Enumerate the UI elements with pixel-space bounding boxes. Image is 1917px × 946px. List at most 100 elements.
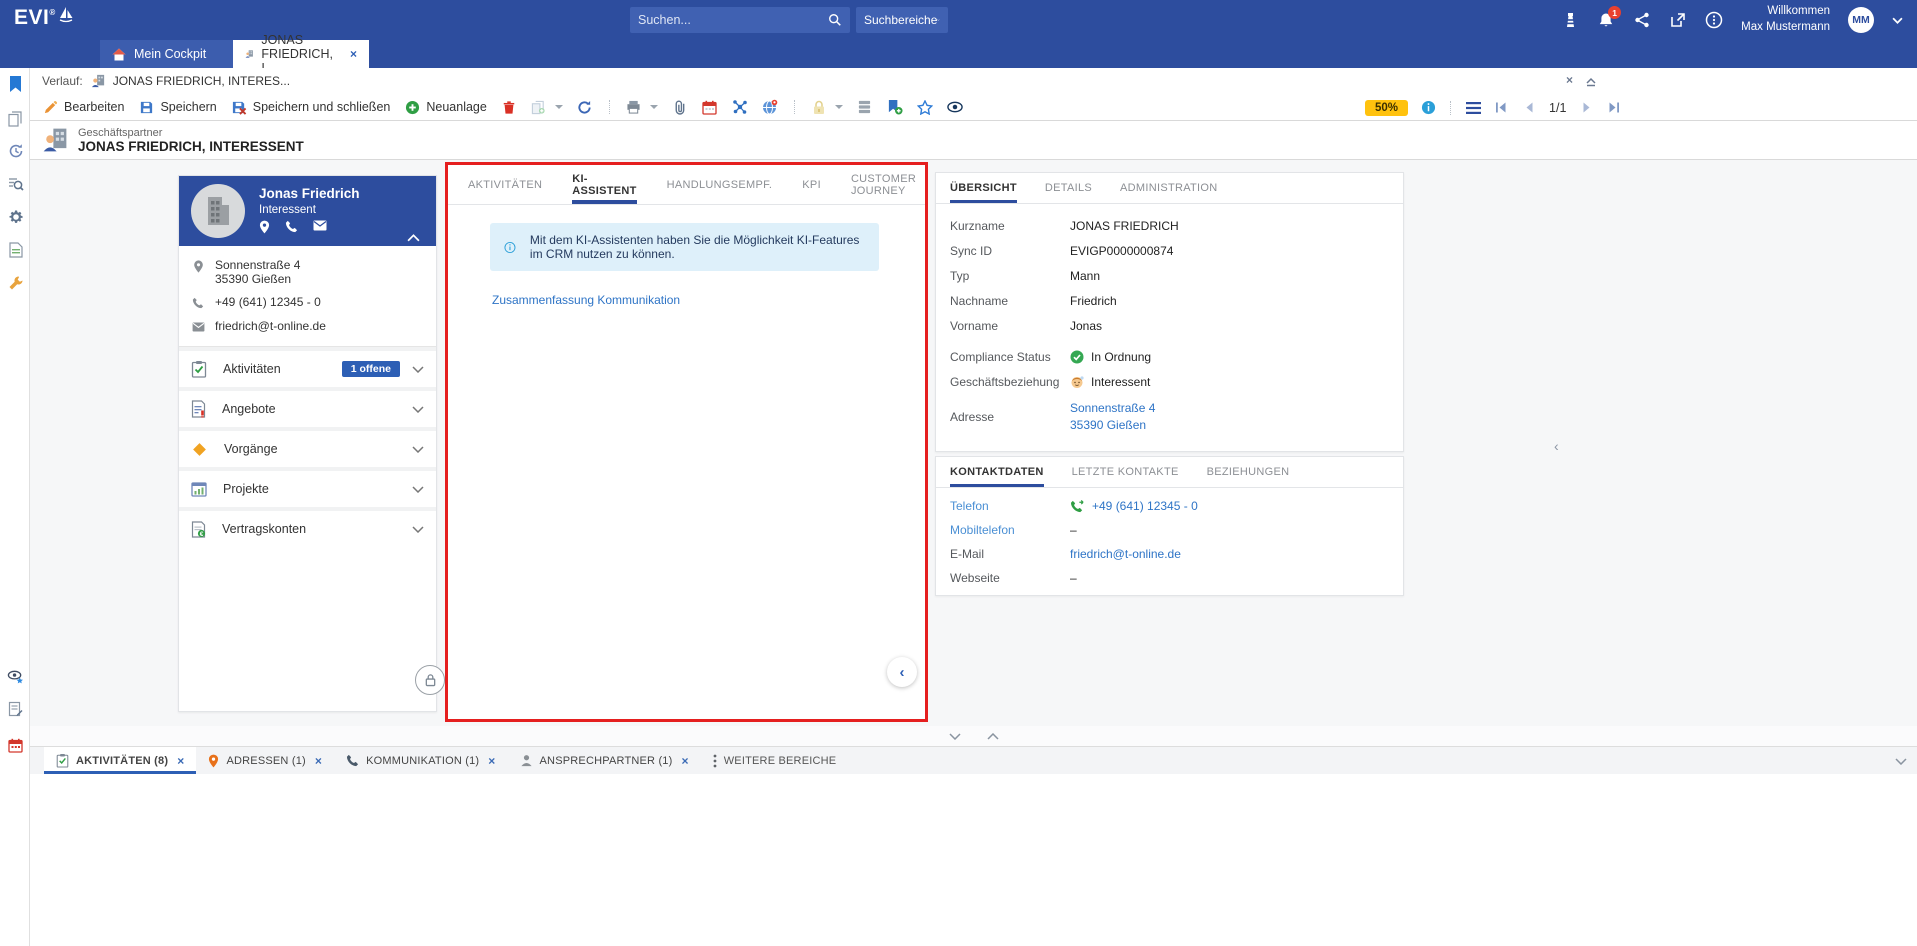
copy-caret-icon[interactable] (554, 105, 563, 109)
close-tab-icon[interactable]: × (350, 47, 357, 61)
bottom-tab-adressen[interactable]: ADRESSEN (1) × (196, 747, 334, 774)
open-in-new-icon[interactable] (1669, 11, 1687, 29)
verlauf-entry[interactable]: JONAS FRIEDRICH, INTERES... (113, 74, 290, 88)
contact-email-row[interactable]: friedrich@t-online.de (191, 319, 426, 334)
call-forward-icon[interactable] (1070, 499, 1085, 513)
section-projekte[interactable]: Projekte (179, 467, 436, 507)
close-history-icon[interactable]: × (1566, 73, 1573, 87)
panel-collapse-button[interactable]: ‹ (887, 657, 917, 687)
user-avatar[interactable]: MM (1848, 7, 1874, 33)
bottom-tab-weitere-bereiche[interactable]: WEITERE BEREICHE (701, 747, 849, 774)
save-and-close-button[interactable]: Speichern und schließen (231, 99, 390, 115)
bottom-tab-ansprechpartner[interactable]: ANSPRECHPARTNER (1) × (508, 747, 701, 774)
tab-kontaktdaten[interactable]: KONTAKTDATEN (950, 457, 1044, 487)
mail-icon[interactable] (313, 220, 327, 231)
chevron-down-icon[interactable] (1895, 757, 1907, 765)
expand-down-chevron-icon[interactable] (948, 732, 961, 740)
search-scope-dropdown[interactable]: Suchbereiche (856, 7, 948, 33)
collapse-up-chevron-icon[interactable] (986, 732, 999, 740)
right-panel-collapse-handle[interactable]: ‹ (1554, 438, 1559, 454)
phone-icon[interactable] (285, 220, 298, 233)
tab-beziehungen[interactable]: BEZIEHUNGEN (1207, 457, 1290, 487)
lock-caret-icon[interactable] (834, 105, 843, 109)
watch-favorite-icon[interactable] (7, 668, 24, 685)
map-pin-icon[interactable] (259, 220, 270, 234)
edit-button[interactable]: Bearbeiten (42, 99, 124, 115)
tab-handlungsempf[interactable]: HANDLUNGSEMPF. (667, 165, 773, 204)
dataset-stack-icon[interactable] (857, 99, 873, 115)
new-record-button[interactable]: Neuanlage (404, 99, 487, 115)
search-input[interactable] (638, 13, 828, 27)
search-list-icon[interactable] (7, 175, 24, 192)
info-icon[interactable] (1420, 100, 1436, 116)
history-icon[interactable] (7, 142, 24, 159)
collapse-card-chevron-icon[interactable] (407, 234, 420, 242)
watch-eye-icon[interactable] (947, 99, 963, 115)
section-vertragskonten[interactable]: € Vertragskonten (179, 507, 436, 547)
tab-customer-journey[interactable]: CUSTOMER JOURNEY (851, 165, 925, 204)
tab-uebersicht[interactable]: ÜBERSICHT (950, 173, 1017, 203)
menu-hamburger-icon[interactable] (1465, 100, 1481, 116)
tab-details[interactable]: DETAILS (1045, 173, 1092, 203)
pin-panel-icon[interactable] (1585, 75, 1597, 87)
print-caret-icon[interactable] (649, 105, 658, 109)
tab-aktivitaeten[interactable]: AKTIVITÄTEN (468, 165, 542, 204)
global-search[interactable] (630, 7, 850, 33)
close-tab-icon[interactable]: × (315, 754, 322, 768)
notifications-bell-icon[interactable]: 1 (1597, 6, 1622, 29)
calendar-red-icon[interactable] (702, 99, 718, 115)
privacy-lock-button[interactable] (415, 665, 445, 695)
search-icon[interactable] (828, 13, 842, 27)
close-tab-icon[interactable]: × (177, 754, 184, 768)
notification-badge: 1 (1608, 6, 1622, 19)
tab-administration[interactable]: ADMINISTRATION (1120, 173, 1218, 203)
section-angebote[interactable]: Angebote (179, 387, 436, 427)
email-link[interactable]: friedrich@t-online.de (1070, 547, 1181, 561)
last-page-icon[interactable] (1606, 100, 1622, 116)
tab-letzte-kontakte[interactable]: LETZTE KONTAKTE (1072, 457, 1179, 487)
first-page-icon[interactable] (1493, 100, 1509, 116)
share-icon[interactable] (1633, 11, 1651, 29)
save-icon (138, 99, 154, 115)
tab-kpi[interactable]: KPI (802, 165, 821, 204)
telefon-link[interactable]: +49 (641) 12345 - 0 (1092, 499, 1198, 513)
document-export-icon[interactable] (7, 241, 24, 258)
attachment-paperclip-icon[interactable] (672, 99, 688, 115)
relations-hub-icon[interactable] (732, 99, 748, 115)
contact-phone-row[interactable]: +49 (641) 12345 - 0 (191, 295, 426, 310)
prev-page-icon[interactable] (1521, 100, 1537, 116)
favorite-star-icon[interactable] (916, 99, 933, 115)
print-button[interactable] (626, 99, 658, 115)
copy-pages-icon[interactable] (7, 110, 24, 127)
lighthouse-icon[interactable] (1561, 11, 1579, 29)
wrench-icon[interactable] (7, 274, 24, 291)
bookmark-add-icon[interactable] (887, 99, 903, 115)
section-aktivitaeten[interactable]: Aktivitäten 1 offene (179, 347, 436, 387)
bottom-tab-aktivitaeten[interactable]: AKTIVITÄTEN (8) × (44, 747, 197, 774)
calendar-icon[interactable] (7, 737, 24, 754)
tab-ki-assistent[interactable]: KI-ASSISTENT (572, 165, 638, 204)
user-menu-chevron-icon[interactable] (1892, 17, 1903, 24)
section-vorgaenge[interactable]: Vorgänge (179, 427, 436, 467)
next-page-icon[interactable] (1578, 100, 1594, 116)
zoom-level-badge[interactable]: 50% (1365, 99, 1409, 116)
copy-record-button[interactable] (531, 99, 563, 115)
refresh-icon[interactable] (577, 99, 593, 115)
lock-record-button[interactable] (811, 99, 843, 115)
zusammenfassung-link[interactable]: Zusammenfassung Kommunikation (492, 293, 680, 307)
bottom-tab-kommunikation[interactable]: KOMMUNIKATION (1) × (334, 747, 507, 774)
tab-jonas-friedrich[interactable]: JONAS FRIEDRICH, I... × (233, 33, 369, 75)
save-button[interactable]: Speichern (138, 99, 217, 115)
more-options-icon[interactable] (1705, 11, 1723, 29)
notes-edit-icon[interactable] (7, 700, 24, 717)
address-link-line1[interactable]: Sonnenstraße 4 (1070, 400, 1155, 417)
contact-address-row[interactable]: Sonnenstraße 4 35390 Gießen (191, 258, 426, 286)
delete-trash-icon[interactable] (501, 99, 517, 115)
tab-mein-cockpit[interactable]: Mein Cockpit (100, 40, 233, 68)
bookmark-icon[interactable] (7, 76, 24, 93)
settings-gear-icon[interactable] (7, 208, 24, 225)
map-globe-icon[interactable] (762, 99, 778, 115)
address-link-line2[interactable]: 35390 Gießen (1070, 417, 1155, 434)
close-tab-icon[interactable]: × (488, 754, 495, 768)
close-tab-icon[interactable]: × (682, 754, 689, 768)
